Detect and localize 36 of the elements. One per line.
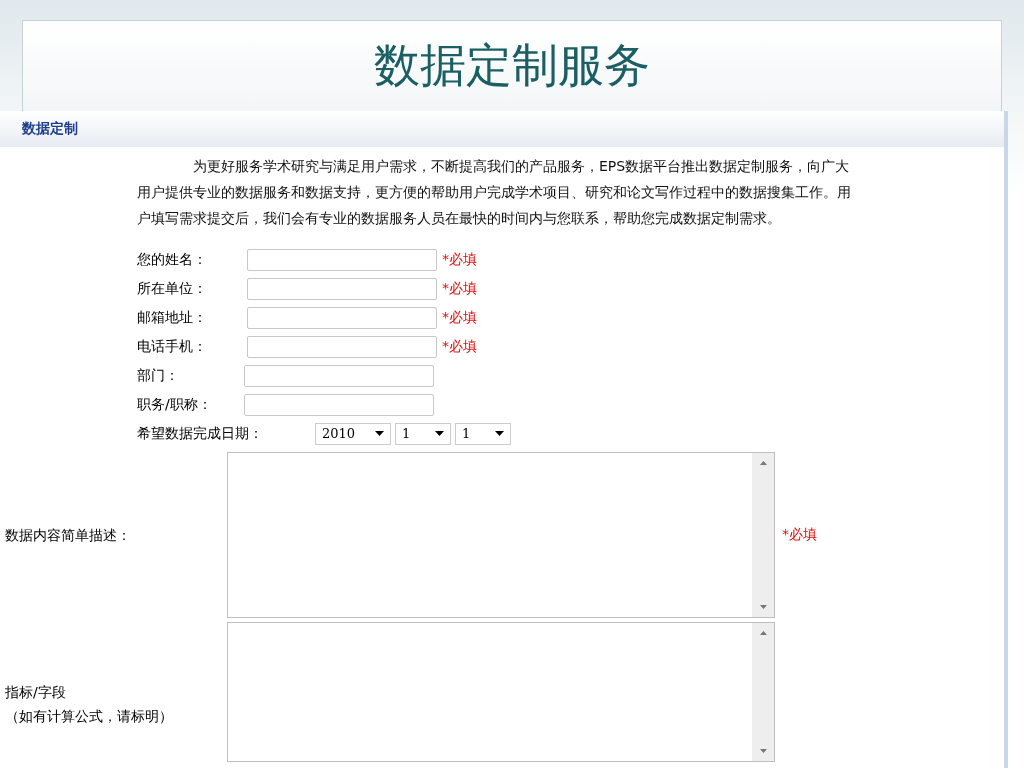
input-field[interactable] [247, 277, 437, 300]
slide-title: 数据定制服务 [374, 37, 650, 94]
field-label: 希望数据完成日期： [137, 424, 264, 443]
input-field[interactable] [247, 306, 437, 329]
field-label: 职务/职称： [137, 395, 213, 414]
input-field[interactable] [244, 364, 434, 387]
dropdown[interactable]: 1 [395, 422, 451, 445]
intro-paragraph: 为更好服务学术研究与满足用户需求，不断提高我们的产品服务，EPS数据平台推出数据定制服务，向广大用户提供专业的数据服务和数据支持，更方便的帮助用户完成学术项目、研究和论文写作过程中的数据搜集工作。用户填写需求提交后，我们会有专业的数据服务人员在最快的时间内与您联系，帮助您完成数据定制需求。 [137, 157, 852, 228]
scrollbar[interactable] [752, 623, 774, 761]
field-label: 邮箱地址： [137, 308, 208, 327]
dropdown[interactable]: 2010 [315, 422, 391, 445]
input-field[interactable] [244, 393, 434, 416]
required-mark: *必填 [442, 337, 477, 356]
required-mark: *必填 [442, 279, 477, 298]
required-mark: *必填 [442, 250, 477, 269]
required-mark: *必填 [782, 526, 817, 544]
scrollbar[interactable] [752, 453, 774, 617]
scroll-down-icon[interactable] [759, 605, 767, 609]
scroll-up-icon[interactable] [759, 631, 767, 635]
field-label: 指标/字段 [5, 683, 67, 702]
field-label: 部门： [137, 366, 180, 385]
caret-icon [495, 431, 504, 436]
field-label: 您的姓名： [137, 250, 208, 269]
field-label: 所在单位： [137, 279, 208, 298]
dropdown[interactable]: 1 [455, 422, 511, 445]
field-label: 数据内容简单描述： [5, 526, 132, 545]
field-label: 电话手机： [137, 337, 208, 356]
section-heading: 数据定制 [22, 120, 78, 138]
input-field[interactable] [247, 248, 437, 271]
field-label: （如有计算公式，请标明） [5, 707, 174, 726]
scroll-up-icon[interactable] [759, 461, 767, 465]
input-field[interactable] [247, 335, 437, 358]
caret-icon [435, 431, 444, 436]
scroll-down-icon[interactable] [759, 749, 767, 753]
required-mark: *必填 [442, 308, 477, 327]
caret-icon [375, 431, 384, 436]
